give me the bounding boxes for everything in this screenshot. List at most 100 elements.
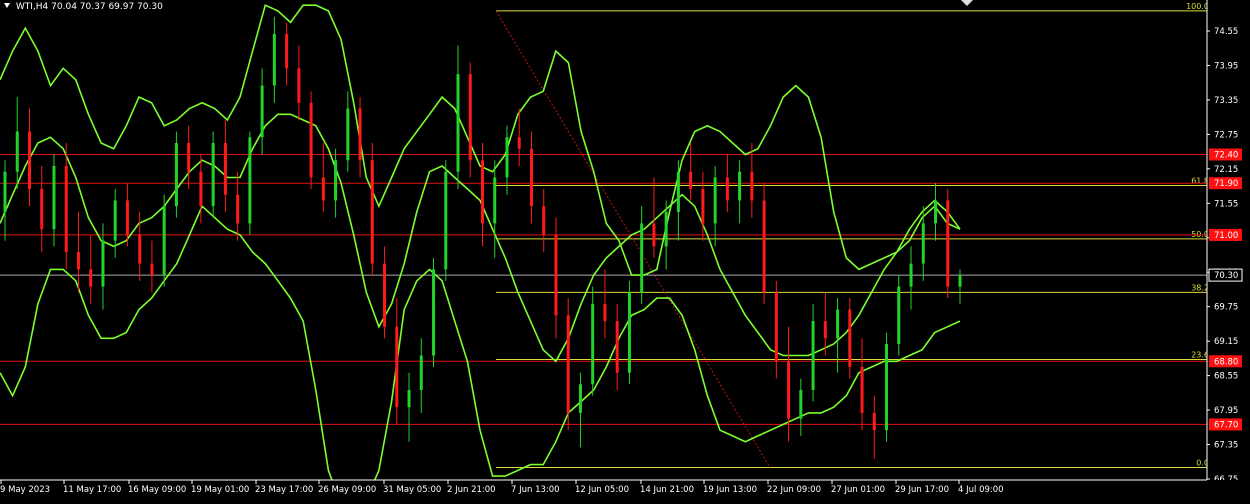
- price-level-tag-label: 71.90: [1214, 179, 1238, 189]
- candle: [211, 131, 215, 218]
- candle-body: [248, 137, 252, 224]
- candle-body: [407, 389, 411, 408]
- candle-body: [456, 74, 460, 172]
- candle-body: [211, 143, 215, 207]
- candle-body: [76, 252, 80, 270]
- candle: [162, 194, 166, 287]
- candle-body: [909, 263, 913, 287]
- candle: [762, 183, 766, 304]
- candle-body: [481, 160, 484, 224]
- candle-body: [101, 240, 105, 287]
- candle-body: [958, 275, 962, 287]
- candle-body: [370, 160, 374, 264]
- price-tick-label: 69.75: [1214, 303, 1238, 313]
- candle: [848, 298, 852, 379]
- candle-body: [529, 148, 533, 207]
- candle: [444, 160, 448, 281]
- candle-body: [297, 68, 301, 103]
- price-level-tag-label: 67.70: [1214, 420, 1238, 430]
- low-value: 69.97: [108, 2, 135, 12]
- candle-body: [750, 171, 754, 201]
- symbol-label: WTI,H4: [15, 2, 49, 12]
- candle-body: [432, 269, 436, 356]
- price-tick-label: 69.15: [1214, 337, 1238, 347]
- time-tick-label: 2 Jun 21:00: [447, 485, 496, 495]
- price-tick-label: 73.95: [1214, 61, 1238, 71]
- candle-body: [627, 292, 631, 373]
- time-tick-label: 19 May 01:00: [191, 485, 249, 495]
- fibo-level-label: 61.8: [1191, 177, 1209, 186]
- candle-body: [272, 33, 276, 86]
- high-value: 70.37: [79, 2, 106, 12]
- candle-body: [150, 263, 154, 276]
- current-price-tag-label: 70.30: [1214, 271, 1238, 281]
- candle-body: [823, 321, 827, 339]
- price-level-tag-label: 71.00: [1214, 231, 1238, 241]
- candle-body: [40, 188, 44, 230]
- dropdown-triangle-icon[interactable]: [4, 3, 10, 8]
- candle: [627, 280, 631, 385]
- candle-body: [725, 177, 729, 201]
- candle: [432, 257, 436, 367]
- time-tick-label: 7 Jun 13:00: [511, 485, 560, 495]
- candle-body: [285, 33, 289, 69]
- symbol-info: WTI,H4 70.04 70.37 69.97 70.30: [4, 2, 163, 12]
- candle-body: [738, 171, 742, 201]
- time-tick-label: 16 May 09:00: [128, 485, 186, 495]
- candle-body: [505, 137, 509, 178]
- time-tick-label: 27 Jun 01:00: [831, 485, 885, 495]
- price-level-tag-label: 68.80: [1214, 357, 1238, 367]
- candle-body: [223, 143, 227, 195]
- candle-body: [493, 177, 497, 224]
- price-tick-label: 67.35: [1214, 441, 1238, 451]
- candle-body: [187, 143, 191, 172]
- chart-root[interactable]: 100.0 61.8 50.0 38.2 23.6 0.0 74.55 73.95 73.35 7…: [0, 0, 1250, 504]
- time-axis: 9 May 2023 11 May 17:00 16 May 09:00 19 May…: [0, 479, 1250, 500]
- candle-body: [578, 384, 582, 413]
- candle-body: [591, 303, 595, 385]
- price-tick-label: 72.75: [1214, 130, 1238, 140]
- candle-body: [640, 223, 644, 293]
- candle-body: [848, 309, 852, 367]
- open-value: 70.04: [51, 2, 77, 12]
- candle-body: [260, 85, 264, 138]
- candle-body: [554, 234, 558, 316]
- time-tick-label: 23 May 17:00: [255, 485, 313, 495]
- candle: [309, 91, 313, 189]
- candle-body: [89, 269, 93, 287]
- time-tick-label: 4 Jul 09:00: [958, 485, 1004, 495]
- candle-body: [885, 344, 889, 431]
- candle-body: [321, 177, 325, 201]
- candle-body: [811, 321, 815, 390]
- fibo-level-label: 100.0: [1186, 2, 1209, 11]
- candle-body: [615, 321, 619, 373]
- candle-body: [15, 131, 19, 172]
- candle: [946, 188, 950, 299]
- price-level-tag-label: 72.40: [1214, 150, 1238, 160]
- candle-body: [309, 102, 313, 178]
- candle: [370, 143, 374, 276]
- candle-body: [701, 188, 705, 224]
- time-tick-label: 12 Jun 05:00: [575, 485, 629, 495]
- candle-body: [799, 389, 803, 419]
- time-tick-label: 31 May 05:00: [383, 485, 441, 495]
- candle-body: [787, 361, 791, 419]
- candle-body: [358, 108, 362, 161]
- candle-body: [934, 200, 938, 224]
- candle-body: [872, 412, 876, 431]
- price-tick-label: 73.35: [1214, 96, 1238, 106]
- time-tick-label: 9 May 2023: [0, 485, 50, 495]
- chart-shift-marker-icon[interactable]: [961, 0, 973, 6]
- candle-body: [542, 206, 546, 235]
- candle: [468, 62, 472, 178]
- chart-canvas[interactable]: 100.061.850.038.223.60.074.5573.9573.357…: [0, 0, 1250, 504]
- candle-body: [236, 194, 240, 224]
- candle-body: [395, 326, 399, 408]
- candle-body: [199, 171, 203, 207]
- time-tick-label: 26 May 09:00: [318, 485, 376, 495]
- candle-body: [27, 131, 31, 189]
- candle-body: [113, 200, 117, 241]
- time-tick-label: 29 Jun 17:00: [895, 485, 949, 495]
- candle-body: [444, 171, 448, 270]
- price-tick-label: 68.55: [1214, 372, 1238, 382]
